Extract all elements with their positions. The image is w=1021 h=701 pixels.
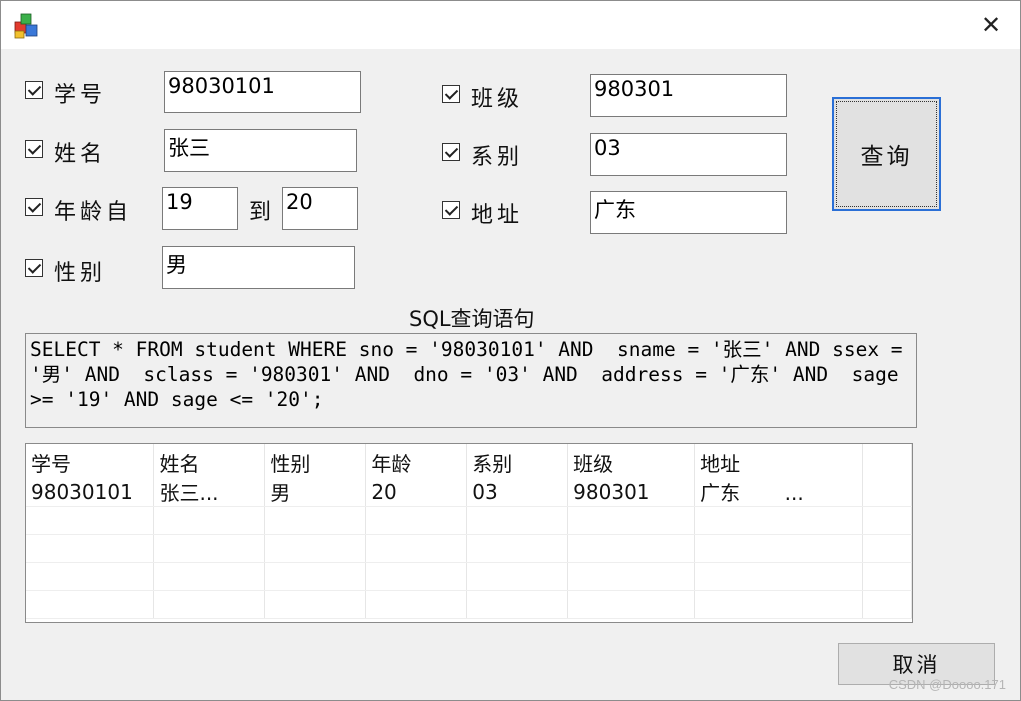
table-cell: 980301 xyxy=(567,477,696,507)
age-checkbox[interactable] xyxy=(25,198,43,216)
name-label: 姓名 xyxy=(54,142,107,167)
table-cell: 20 xyxy=(365,477,468,507)
age-from-input[interactable]: 19 xyxy=(162,187,238,230)
empty-row xyxy=(26,562,912,591)
name-checkbox[interactable] xyxy=(25,140,43,158)
results-grid[interactable]: 学号 姓名 性别 年龄 系别 班级 地址 98030101 张三... 男 20… xyxy=(25,443,913,623)
student-no-checkbox[interactable] xyxy=(25,81,43,99)
gender-input[interactable]: 男 xyxy=(162,246,355,289)
results-table: 学号 姓名 性别 年龄 系别 班级 地址 98030101 张三... 男 20… xyxy=(26,444,912,619)
student-no-label: 学号 xyxy=(54,83,107,108)
title-bar: ✕ xyxy=(1,1,1020,49)
age-to-label: 到 xyxy=(249,200,276,225)
dept-input[interactable]: 03 xyxy=(590,133,787,176)
cancel-button-label: 取消 xyxy=(892,653,941,677)
empty-row xyxy=(26,506,912,535)
dialog-window: ✕ 学号 98030101 姓名 张三 年龄自 19 到 20 性别 男 班级 … xyxy=(0,0,1021,701)
gender-checkbox[interactable] xyxy=(25,259,43,277)
table-cell xyxy=(862,477,912,507)
watermark: CSDN @Doooo.171 xyxy=(888,677,1006,692)
column-header[interactable]: 班级 xyxy=(567,444,696,477)
dept-checkbox[interactable] xyxy=(442,143,460,161)
column-header-filler xyxy=(862,444,912,477)
sql-title: SQL查询语句 xyxy=(409,307,535,331)
age-to-input[interactable]: 20 xyxy=(282,187,358,230)
table-cell: 广东 ... xyxy=(694,477,864,507)
column-header[interactable]: 系别 xyxy=(466,444,569,477)
dept-label: 系别 xyxy=(471,145,524,170)
grid-header-row: 学号 姓名 性别 年龄 系别 班级 地址 xyxy=(26,444,912,477)
gender-label: 性别 xyxy=(54,261,107,286)
query-button-label: 查询 xyxy=(860,144,913,170)
address-checkbox[interactable] xyxy=(442,201,460,219)
query-button[interactable]: 查询 xyxy=(832,97,941,211)
table-cell: 98030101 xyxy=(26,477,155,507)
sql-textbox[interactable]: SELECT * FROM student WHERE sno = '98030… xyxy=(25,333,917,428)
column-header[interactable]: 姓名 xyxy=(153,444,266,477)
close-icon: ✕ xyxy=(980,11,1002,39)
empty-row xyxy=(26,590,912,619)
class-checkbox[interactable] xyxy=(442,85,460,103)
table-row[interactable]: 98030101 张三... 男 20 03 980301 广东 ... xyxy=(26,477,912,507)
table-cell: 男 xyxy=(264,477,367,507)
class-label: 班级 xyxy=(471,87,524,112)
column-header[interactable]: 性别 xyxy=(264,444,367,477)
app-blocks-icon xyxy=(14,13,38,39)
address-input[interactable]: 广东 xyxy=(590,191,787,234)
student-no-input[interactable]: 98030101 xyxy=(164,71,361,113)
table-cell: 张三... xyxy=(153,477,266,507)
age-label: 年龄自 xyxy=(54,200,133,225)
column-header[interactable]: 年龄 xyxy=(365,444,468,477)
address-label: 地址 xyxy=(471,203,524,228)
table-cell: 03 xyxy=(466,477,569,507)
name-input[interactable]: 张三 xyxy=(164,129,357,172)
close-button[interactable]: ✕ xyxy=(962,1,1020,49)
empty-row xyxy=(26,534,912,563)
column-header[interactable]: 学号 xyxy=(26,444,155,477)
column-header[interactable]: 地址 xyxy=(694,444,864,477)
class-input[interactable]: 980301 xyxy=(590,74,787,117)
